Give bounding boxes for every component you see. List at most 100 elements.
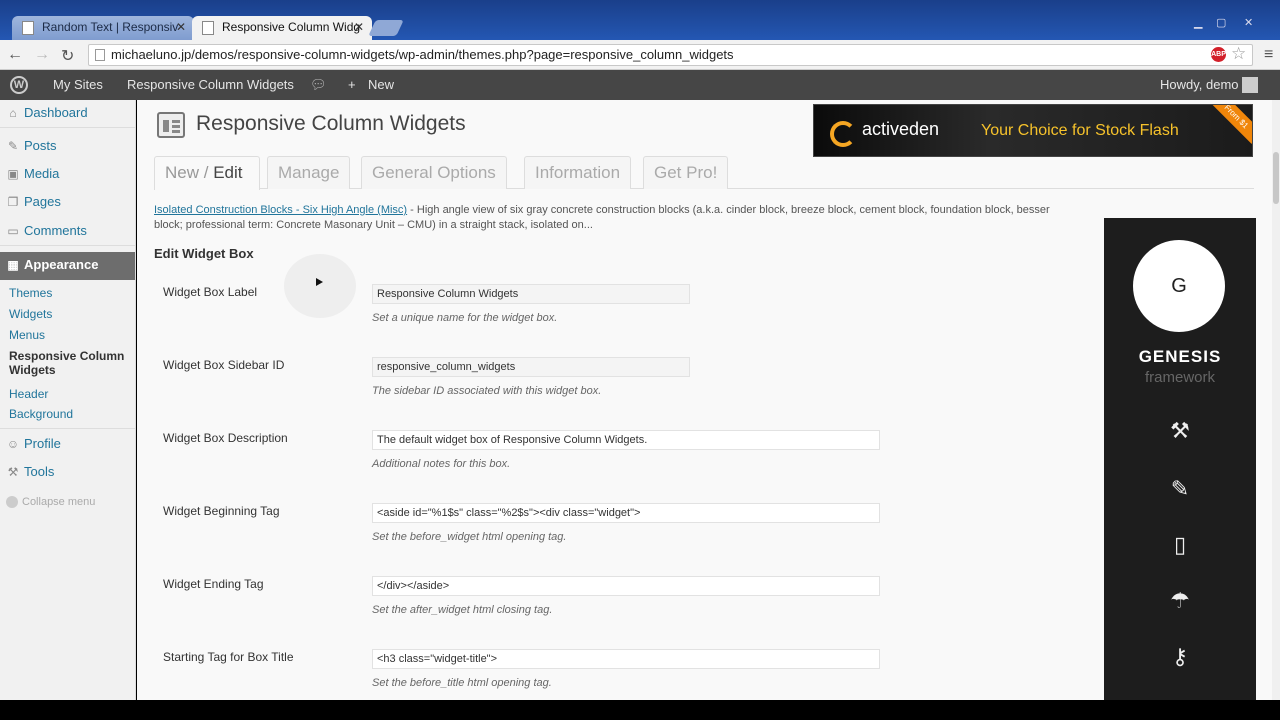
description-hint: Additional notes for this box. bbox=[372, 458, 511, 470]
main-content: Responsive Column Widgets activeden Your… bbox=[137, 100, 1272, 708]
browser-tab-title: Random Text | Responsiv bbox=[42, 20, 179, 34]
widgets-page-icon bbox=[157, 112, 185, 138]
widget-box-label-hint: Set a unique name for the widget box. bbox=[372, 312, 558, 324]
address-bar[interactable]: michaeluno.jp/demos/responsive-column-wi… bbox=[88, 44, 1253, 66]
site-name-link[interactable]: Responsive Column Widgets bbox=[127, 70, 294, 100]
close-tab-icon[interactable]: ✕ bbox=[354, 16, 364, 38]
sidebar-item-label: Appearance bbox=[24, 257, 99, 272]
umbrella-icon: ☂︎ bbox=[1170, 588, 1190, 613]
sidebar-id-label: Widget Box Sidebar ID bbox=[163, 358, 285, 372]
dashboard-icon: ⌂ bbox=[9, 106, 17, 120]
bottom-edge bbox=[0, 700, 1280, 720]
browser-tab-title: Responsive Column Widg bbox=[222, 20, 361, 34]
collapse-menu-label: Collapse menu bbox=[22, 496, 96, 508]
bookmark-star-icon[interactable]: ☆ bbox=[1231, 44, 1246, 64]
admin-sidebar: ⌂ Dashboard ✎ Posts ▣ Media ❐ Pages ▭ Co… bbox=[0, 100, 136, 700]
sidebar-item-appearance[interactable]: ▦ Appearance bbox=[0, 252, 135, 280]
scrollbar-thumb[interactable] bbox=[1273, 152, 1279, 204]
sponsored-post-link[interactable]: Isolated Construction Blocks - Six High … bbox=[154, 204, 407, 216]
ending-tag-label: Widget Ending Tag bbox=[163, 577, 264, 591]
sidebar-sub-background[interactable]: Background bbox=[9, 407, 73, 421]
cursor-highlight bbox=[284, 254, 356, 318]
new-content-link[interactable]: New bbox=[368, 70, 394, 100]
media-icon: ▣ bbox=[7, 167, 19, 181]
sidebar-sub-label: Responsive Column bbox=[9, 349, 125, 363]
close-tab-icon[interactable]: ✕ bbox=[176, 16, 186, 38]
title-start-tag-hint: Set the before_title html opening tag. bbox=[372, 677, 552, 689]
reload-icon[interactable]: ↻ bbox=[61, 46, 74, 66]
collapse-menu-button[interactable]: Collapse menu bbox=[6, 496, 96, 509]
activeden-ad-banner[interactable]: activeden Your Choice for Stock Flash Fr… bbox=[813, 104, 1253, 157]
address-url: michaeluno.jp/demos/responsive-column-wi… bbox=[111, 47, 734, 62]
comments-bubble-icon[interactable]: 💬︎ bbox=[310, 70, 327, 100]
back-arrow-icon[interactable]: ← bbox=[7, 46, 23, 64]
sidebar-item-media[interactable]: ▣ Media bbox=[0, 161, 135, 187]
sidebar-item-comments[interactable]: ▭ Comments bbox=[0, 218, 135, 244]
sidebar-sub-header[interactable]: Header bbox=[9, 387, 48, 401]
browser-toolbar: ← → ↻ michaeluno.jp/demos/responsive-col… bbox=[0, 40, 1280, 70]
sidebar-item-label: Tools bbox=[24, 464, 55, 479]
sidebar-sub-menus[interactable]: Menus bbox=[9, 328, 45, 342]
comments-icon: ▭ bbox=[7, 224, 19, 238]
sidebar-divider bbox=[0, 245, 135, 246]
ending-tag-input[interactable]: </div></aside> bbox=[372, 576, 880, 596]
hammer-icon: ⚒︎ bbox=[1170, 418, 1190, 443]
tab-information[interactable]: Information bbox=[524, 156, 632, 189]
avatar[interactable] bbox=[1242, 77, 1258, 93]
sidebar-item-posts[interactable]: ✎ Posts bbox=[0, 133, 135, 159]
tab-new-edit[interactable]: New / Edit bbox=[154, 156, 260, 190]
activeden-brand: activeden bbox=[862, 119, 940, 139]
sidebar-item-tools[interactable]: ⚒ Tools bbox=[0, 459, 135, 485]
new-tab-button[interactable] bbox=[368, 20, 404, 36]
sidebar-sub-responsive-column-widgets[interactable]: Responsive Column Widgets bbox=[9, 349, 124, 377]
page-icon bbox=[95, 49, 105, 61]
activeden-tagline: Your Choice for Stock Flash bbox=[981, 122, 1179, 139]
close-window-icon[interactable]: ✕ bbox=[1244, 16, 1253, 29]
pages-icon: ❐ bbox=[7, 195, 19, 209]
tools-icon: ⚒ bbox=[7, 465, 19, 479]
nav-tabs: New / Edit Manage General Options Inform… bbox=[154, 156, 1254, 190]
sidebar-item-label: Profile bbox=[24, 436, 61, 451]
description-input[interactable]: The default widget box of Responsive Col… bbox=[372, 430, 880, 450]
tab-manage[interactable]: Manage bbox=[267, 156, 351, 189]
appearance-icon: ▦ bbox=[7, 258, 19, 272]
minimize-window-icon[interactable]: ▁ bbox=[1194, 16, 1202, 29]
tab-get-pro[interactable]: Get Pro! bbox=[643, 156, 729, 189]
tab-general-options[interactable]: General Options bbox=[361, 156, 507, 189]
title-start-tag-label: Starting Tag for Box Title bbox=[163, 650, 294, 664]
mouse-cursor-icon bbox=[316, 278, 323, 286]
sidebar-item-dashboard[interactable]: ⌂ Dashboard bbox=[0, 100, 135, 126]
activeden-logo-icon bbox=[830, 121, 856, 147]
sidebar-item-profile[interactable]: ☺ Profile bbox=[0, 431, 135, 457]
sidebar-item-pages[interactable]: ❐ Pages bbox=[0, 189, 135, 215]
widget-box-label-input[interactable]: Responsive Column Widgets bbox=[372, 284, 690, 304]
page-favicon-icon bbox=[22, 21, 34, 35]
description-label: Widget Box Description bbox=[163, 431, 288, 445]
adblock-icon[interactable]: ABP bbox=[1211, 47, 1226, 62]
sidebar-item-label: Pages bbox=[24, 194, 61, 209]
sidebar-id-input[interactable]: responsive_column_widgets bbox=[372, 357, 690, 377]
browser-menu-icon[interactable]: ≡ bbox=[1264, 46, 1273, 64]
tab-edit-label: Edit bbox=[213, 163, 243, 182]
sidebar-item-label: Comments bbox=[24, 223, 87, 238]
widget-box-label-label: Widget Box Label bbox=[163, 285, 258, 299]
genesis-ad[interactable]: G GENESIS framework ⚒︎ ✎︎ ▯ ☂︎ ⚷ bbox=[1104, 218, 1256, 708]
browser-tabstrip: Random Text | Responsiv ✕ Responsive Col… bbox=[0, 0, 1280, 40]
browser-tab-random-text[interactable]: Random Text | Responsiv ✕ bbox=[12, 16, 194, 40]
ending-tag-hint: Set the after_widget html closing tag. bbox=[372, 604, 553, 616]
genesis-logo: G bbox=[1133, 240, 1225, 332]
my-sites-link[interactable]: My Sites bbox=[53, 70, 103, 100]
title-start-tag-input[interactable]: <h3 class="widget-title"> bbox=[372, 649, 880, 669]
page-favicon-icon bbox=[202, 21, 214, 35]
restore-window-icon[interactable]: ▢ bbox=[1216, 16, 1226, 29]
sidebar-sub-widgets[interactable]: Widgets bbox=[9, 307, 52, 321]
sidebar-sub-themes[interactable]: Themes bbox=[9, 286, 52, 300]
howdy-user-link[interactable]: Howdy, demo bbox=[1160, 70, 1239, 100]
collapse-arrow-icon bbox=[6, 496, 18, 509]
wordpress-logo-icon[interactable]: W bbox=[10, 76, 28, 94]
forward-arrow-icon[interactable]: → bbox=[34, 46, 50, 64]
browser-tab-responsive-column[interactable]: Responsive Column Widg ✕ bbox=[192, 16, 372, 40]
beginning-tag-input[interactable]: <aside id="%1$s" class="%2$s"><div class… bbox=[372, 503, 880, 523]
sponsored-post-excerpt: Isolated Construction Blocks - Six High … bbox=[154, 203, 1074, 233]
sidebar-divider bbox=[0, 127, 135, 128]
